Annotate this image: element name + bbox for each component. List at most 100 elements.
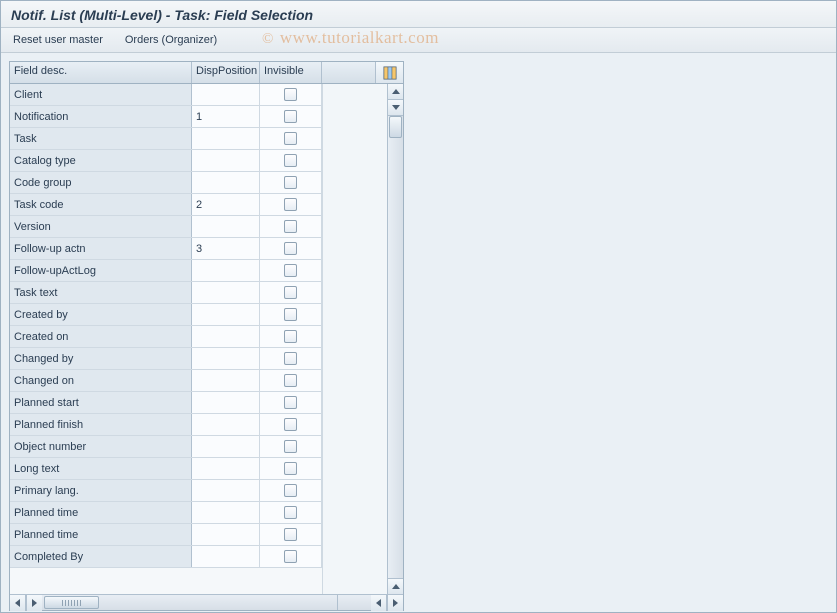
table-row[interactable]: Changed on [10, 370, 322, 392]
table-row[interactable]: Code group [10, 172, 322, 194]
table-row[interactable]: Client [10, 84, 322, 106]
disp-position-cell[interactable]: 1 [192, 106, 260, 127]
scroll-down-button[interactable] [388, 100, 403, 116]
invisible-checkbox[interactable] [284, 484, 297, 497]
table-row[interactable]: Planned time [10, 524, 322, 546]
disp-position-cell[interactable] [192, 502, 260, 523]
table-row[interactable]: Planned time [10, 502, 322, 524]
invisible-cell[interactable] [260, 84, 322, 105]
field-desc-cell[interactable]: Created on [10, 326, 192, 347]
invisible-checkbox[interactable] [284, 176, 297, 189]
invisible-cell[interactable] [260, 546, 322, 567]
invisible-checkbox[interactable] [284, 528, 297, 541]
field-desc-cell[interactable]: Notification [10, 106, 192, 127]
scroll-right-button[interactable] [26, 595, 42, 611]
field-desc-cell[interactable]: Changed on [10, 370, 192, 391]
invisible-checkbox[interactable] [284, 330, 297, 343]
invisible-checkbox[interactable] [284, 264, 297, 277]
table-row[interactable]: Task code2 [10, 194, 322, 216]
table-row[interactable]: Follow-upActLog [10, 260, 322, 282]
field-desc-cell[interactable]: Planned finish [10, 414, 192, 435]
invisible-cell[interactable] [260, 150, 322, 171]
disp-position-cell[interactable]: 2 [192, 194, 260, 215]
invisible-cell[interactable] [260, 524, 322, 545]
invisible-cell[interactable] [260, 172, 322, 193]
invisible-cell[interactable] [260, 348, 322, 369]
reset-user-master-button[interactable]: Reset user master [9, 32, 107, 48]
vertical-scrollbar[interactable] [387, 84, 403, 594]
invisible-checkbox[interactable] [284, 242, 297, 255]
invisible-cell[interactable] [260, 414, 322, 435]
invisible-checkbox[interactable] [284, 374, 297, 387]
col-header-field-desc[interactable]: Field desc. [10, 62, 192, 83]
invisible-cell[interactable] [260, 128, 322, 149]
table-row[interactable]: Long text [10, 458, 322, 480]
invisible-cell[interactable] [260, 502, 322, 523]
invisible-checkbox[interactable] [284, 418, 297, 431]
scroll-up-end-button[interactable] [388, 578, 403, 594]
invisible-checkbox[interactable] [284, 286, 297, 299]
col-header-invisible[interactable]: Invisible [260, 62, 322, 83]
table-row[interactable]: Primary lang. [10, 480, 322, 502]
disp-position-cell[interactable] [192, 84, 260, 105]
field-desc-cell[interactable]: Planned time [10, 502, 192, 523]
invisible-checkbox[interactable] [284, 352, 297, 365]
table-row[interactable]: Object number [10, 436, 322, 458]
disp-position-cell[interactable] [192, 480, 260, 501]
invisible-cell[interactable] [260, 458, 322, 479]
disp-position-cell[interactable] [192, 304, 260, 325]
field-desc-cell[interactable]: Follow-upActLog [10, 260, 192, 281]
table-row[interactable]: Completed By [10, 546, 322, 568]
field-desc-cell[interactable]: Task [10, 128, 192, 149]
invisible-checkbox[interactable] [284, 220, 297, 233]
disp-position-cell[interactable]: 3 [192, 238, 260, 259]
field-desc-cell[interactable]: Catalog type [10, 150, 192, 171]
table-row[interactable]: Created by [10, 304, 322, 326]
invisible-cell[interactable] [260, 260, 322, 281]
invisible-cell[interactable] [260, 326, 322, 347]
invisible-checkbox[interactable] [284, 440, 297, 453]
invisible-cell[interactable] [260, 436, 322, 457]
invisible-checkbox[interactable] [284, 198, 297, 211]
field-desc-cell[interactable]: Version [10, 216, 192, 237]
disp-position-cell[interactable] [192, 370, 260, 391]
scroll-up-button[interactable] [388, 84, 403, 100]
field-desc-cell[interactable]: Task code [10, 194, 192, 215]
disp-position-cell[interactable] [192, 282, 260, 303]
invisible-cell[interactable] [260, 304, 322, 325]
invisible-checkbox[interactable] [284, 88, 297, 101]
table-row[interactable]: Version [10, 216, 322, 238]
invisible-cell[interactable] [260, 282, 322, 303]
disp-position-cell[interactable] [192, 458, 260, 479]
field-desc-cell[interactable]: Follow-up actn [10, 238, 192, 259]
orders-organizer-button[interactable]: Orders (Organizer) [121, 32, 221, 48]
field-desc-cell[interactable]: Long text [10, 458, 192, 479]
invisible-checkbox[interactable] [284, 462, 297, 475]
disp-position-cell[interactable] [192, 150, 260, 171]
invisible-cell[interactable] [260, 238, 322, 259]
invisible-cell[interactable] [260, 194, 322, 215]
table-row[interactable]: Changed by [10, 348, 322, 370]
field-desc-cell[interactable]: Completed By [10, 546, 192, 567]
disp-position-cell[interactable] [192, 172, 260, 193]
horizontal-scroll-track[interactable] [42, 595, 338, 610]
field-desc-cell[interactable]: Task text [10, 282, 192, 303]
invisible-checkbox[interactable] [284, 132, 297, 145]
vertical-scroll-thumb[interactable] [389, 116, 402, 138]
disp-position-cell[interactable] [192, 414, 260, 435]
invisible-cell[interactable] [260, 216, 322, 237]
disp-position-cell[interactable] [192, 128, 260, 149]
invisible-checkbox[interactable] [284, 110, 297, 123]
horizontal-scrollbar[interactable] [10, 594, 403, 610]
invisible-cell[interactable] [260, 370, 322, 391]
horizontal-scroll-thumb[interactable] [44, 596, 99, 609]
table-row[interactable]: Planned start [10, 392, 322, 414]
disp-position-cell[interactable] [192, 326, 260, 347]
field-desc-cell[interactable]: Created by [10, 304, 192, 325]
field-desc-cell[interactable]: Changed by [10, 348, 192, 369]
field-desc-cell[interactable]: Planned time [10, 524, 192, 545]
disp-position-cell[interactable] [192, 348, 260, 369]
invisible-checkbox[interactable] [284, 154, 297, 167]
table-row[interactable]: Task [10, 128, 322, 150]
invisible-checkbox[interactable] [284, 550, 297, 563]
